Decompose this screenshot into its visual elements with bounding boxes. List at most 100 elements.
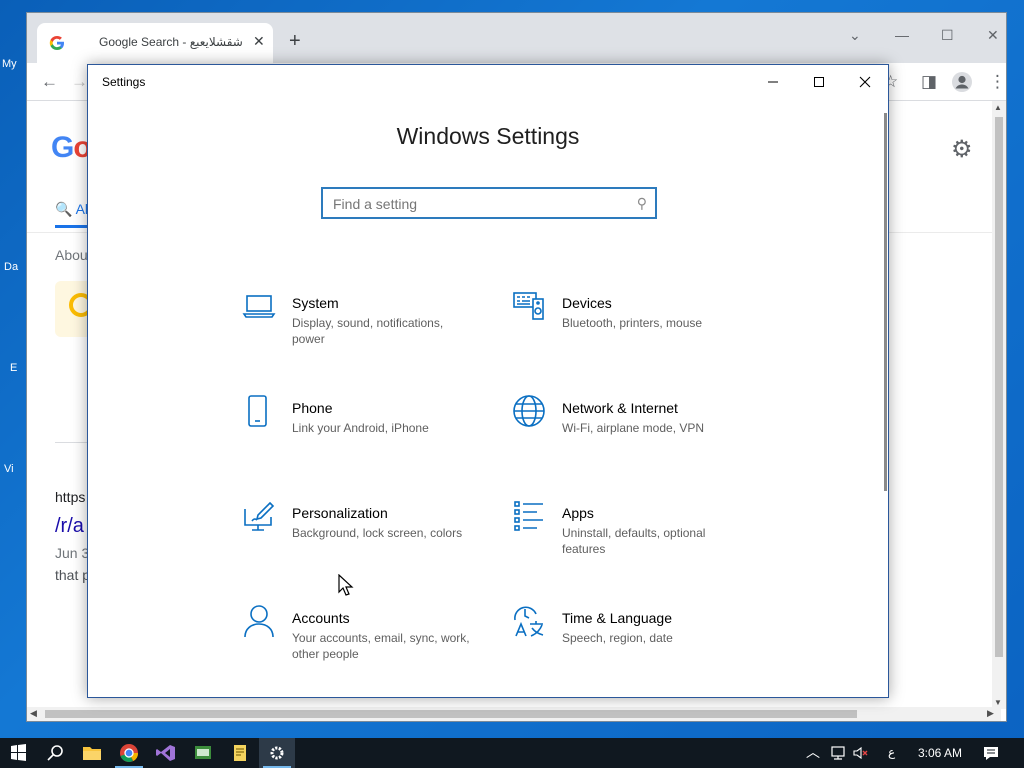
minimize-button[interactable]: — [895,27,909,43]
settings-item-desc: Speech, region, date [562,631,673,645]
google-logo[interactable]: Go [51,131,92,165]
settings-item-network[interactable]: Network & Internet Wi-Fi, airplane mode,… [512,394,752,474]
settings-item-system[interactable]: System Display, sound, notifications, po… [242,289,482,369]
search-icon: ⚲ [636,195,647,211]
minimize-button[interactable] [750,65,796,99]
settings-item-name: Time & Language [562,610,672,626]
action-center-icon[interactable] [982,745,1000,761]
visual-studio-icon [156,745,175,761]
settings-item-desc: Background, lock screen, colors [292,526,463,540]
laptop-icon [242,295,276,318]
google-favicon-icon [49,36,64,50]
settings-item-name: Accounts [292,610,350,626]
settings-gear-icon [270,746,284,760]
settings-item-desc: Link your Android, iPhone [292,421,429,435]
new-tab-button[interactable]: + [289,31,301,51]
search-icon [47,745,63,761]
vertical-scrollbar[interactable]: ▲ ▼ [992,101,1006,709]
chrome-icon [120,744,139,762]
network-icon[interactable] [830,745,846,761]
settings-item-time-language[interactable]: Time & Language Speech, region, date [512,604,752,684]
settings-item-name: Apps [562,505,594,521]
scroll-down-icon[interactable]: ▼ [994,698,1002,707]
app-window-icon [195,746,211,759]
tab-title: Google Search - شقشلايعبع [99,35,243,49]
tab-search-icon[interactable]: ⌄ [849,27,861,44]
settings-window: Settings Windows Settings Find a setting… [87,64,889,698]
profile-avatar-icon[interactable] [951,71,973,93]
side-panel-icon[interactable]: ◨ [921,72,937,92]
taskbar-app[interactable] [222,738,258,768]
desktop-icon-label[interactable]: Da [4,261,18,273]
scrollbar-thumb[interactable] [995,117,1003,657]
settings-item-devices[interactable]: Devices Bluetooth, printers, mouse [512,289,752,369]
settings-search-box[interactable]: Find a setting ⚲ [321,187,657,219]
page-title: Windows Settings [396,123,580,149]
close-button[interactable] [842,65,888,99]
apps-list-icon [514,501,543,531]
start-button[interactable] [0,738,36,768]
taskbar: ︿ ع 3:06 AM [0,738,1024,768]
taskbar-app[interactable] [185,738,221,768]
settings-item-personalization[interactable]: Personalization Background, lock screen,… [242,499,482,579]
back-icon[interactable]: ← [41,72,58,92]
settings-item-name: Personalization [292,505,388,521]
taskbar-settings[interactable] [259,738,295,768]
gear-icon[interactable]: ⚙ [951,135,973,164]
maximize-button[interactable]: ☐ [941,27,954,44]
result-title-link[interactable]: /r/a [55,515,84,538]
settings-scrollbar[interactable] [884,113,887,491]
phone-icon [248,395,267,427]
tab-close-icon[interactable]: ✕ [253,33,265,50]
tab-all[interactable]: 🔍 Al [55,201,88,218]
search-input[interactable]: Find a setting [333,196,417,212]
settings-titlebar[interactable]: Settings [88,65,888,99]
desktop-icon-label[interactable]: My [2,58,17,70]
folder-icon [83,747,101,760]
maximize-icon [814,77,824,87]
settings-item-name: Phone [292,400,333,416]
settings-item-accounts[interactable]: Accounts Your accounts, email, sync, wor… [242,604,482,684]
settings-item-desc: Uninstall, defaults, optional features [562,526,706,556]
settings-item-desc: Bluetooth, printers, mouse [562,316,703,330]
result-url[interactable]: https [55,489,85,505]
close-icon [859,76,871,88]
taskbar-chrome[interactable] [111,738,147,768]
chrome-menu-icon[interactable]: ⋮ [989,72,1006,92]
paint-icon [244,501,275,531]
scrollbar-thumb[interactable] [45,710,857,718]
person-icon [244,605,274,638]
settings-item-phone[interactable]: Phone Link your Android, iPhone [242,394,482,474]
tray-overflow-icon[interactable]: ︿ [806,742,820,762]
result-date: Jun 3 [55,545,90,561]
settings-item-name: Network & Internet [562,400,678,416]
tab-strip: Google Search - شقشلايعبع ✕ + ⌄ — ☐ ✕ [27,13,1006,63]
forward-icon[interactable]: → [71,72,88,92]
settings-item-apps[interactable]: Apps Uninstall, defaults, optional featu… [512,499,752,579]
desktop-icon-label[interactable]: E [10,362,17,374]
windows-logo-icon [11,744,26,761]
input-language-indicator[interactable]: ع [888,745,895,759]
about-results-text: Abou [55,247,88,263]
taskbar-visual-studio[interactable] [148,738,184,768]
settings-item-desc: Your accounts, email, sync, work, other … [292,631,470,661]
minimize-icon [768,81,778,83]
browser-tab[interactable]: Google Search - شقشلايعبع ✕ [37,23,273,63]
result-snippet: that p [55,567,91,583]
window-title: Settings [102,75,146,89]
settings-item-name: System [292,295,339,311]
scroll-up-icon[interactable]: ▲ [994,103,1002,112]
search-button[interactable] [37,738,73,768]
desktop-icon-label[interactable]: Vi [4,463,14,475]
taskbar-file-explorer[interactable] [74,738,110,768]
volume-muted-icon[interactable] [852,745,870,761]
horizontal-scrollbar[interactable]: ◀ ▶ [27,707,1001,721]
scroll-right-icon[interactable]: ▶ [987,708,994,719]
time-language-icon [514,606,544,637]
clock[interactable]: 3:06 AM [918,746,962,760]
settings-item-name: Devices [562,295,612,311]
close-button[interactable]: ✕ [987,27,999,44]
maximize-button[interactable] [796,65,842,99]
scroll-left-icon[interactable]: ◀ [30,708,37,719]
app-document-icon [234,745,246,761]
